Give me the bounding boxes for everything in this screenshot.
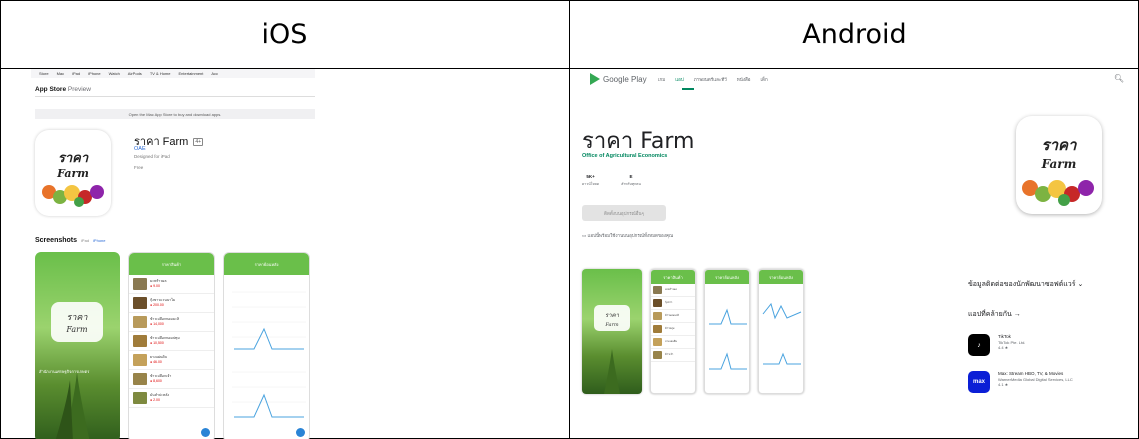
- screenshot-splash[interactable]: ราคา Farm สำนักงานเศรษฐกิจการเกษตร: [35, 252, 120, 439]
- app-store-preview-title: App Store Preview: [35, 86, 91, 93]
- shot-header: ราคาสินค้า: [129, 253, 214, 275]
- arrow-right-icon: →: [1013, 311, 1021, 318]
- filter-fab-icon[interactable]: [201, 428, 210, 437]
- install-button[interactable]: ติดตั้งบนอุปกรณ์อื่นๆ: [582, 205, 666, 221]
- similar-app-item[interactable]: ♪ TikTok TikTok Pte. Ltd. 4.4 ★: [968, 334, 1025, 356]
- app-icon: ราคา Farm: [35, 130, 111, 216]
- developer-link[interactable]: Office of Agricultural Economics: [582, 153, 667, 159]
- list-item: มันสำปะหลัง ● 2.00: [129, 389, 214, 408]
- max-icon: max: [968, 371, 990, 393]
- store-tabs: เกม แอป ภาพยนตร์และทีวี หนังสือ เด็ก: [658, 76, 768, 83]
- list-item: มะพร้าวผล ● 9.00: [129, 275, 214, 294]
- divider: [35, 96, 315, 97]
- list-item: ยางแผ่นดิบ ● 46.00: [129, 351, 214, 370]
- splash-caption: สำนักงานเศรษฐกิจการเกษตร: [39, 369, 90, 374]
- android-column-header: Android: [802, 18, 907, 50]
- tab-movies-tv[interactable]: ภาพยนตร์และทีวี: [694, 76, 727, 83]
- screenshots-heading: Screenshots iPad iPhone: [35, 237, 106, 244]
- screenshot-price-chart[interactable]: ราคาย้อนหลัง: [704, 269, 750, 394]
- ios-column-header: iOS: [261, 18, 308, 50]
- nav-item-watch[interactable]: Watch: [109, 71, 120, 76]
- tab-iphone[interactable]: iPhone: [93, 238, 105, 243]
- shot-header: ราคาย้อนหลัง: [759, 270, 803, 284]
- tab-games[interactable]: เกม: [658, 76, 665, 83]
- play-triangle-icon: [590, 73, 600, 85]
- similar-apps-heading[interactable]: แอปที่คล้ายกัน →: [968, 309, 1021, 320]
- google-play-logo[interactable]: Google Play: [590, 73, 647, 85]
- shot-header: ราคาย้อนหลัง: [705, 270, 749, 284]
- svg-text:ราคา: ราคา: [1042, 136, 1079, 154]
- tab-kids[interactable]: เด็ก: [761, 76, 768, 83]
- nav-item-ipad[interactable]: iPad: [72, 71, 80, 76]
- screenshot-price-chart[interactable]: ราคาย้อนหลัง: [223, 252, 310, 439]
- device-availability-note: ▭ แอปนี้พร้อมใช้งานบนอุปกรณ์ทั้งหมดของคุ…: [582, 233, 674, 238]
- developer-contact-toggle[interactable]: ข้อมูลติดต่อของนักพัฒนาซอฟต์แวร์ ⌄: [968, 279, 1083, 290]
- svg-text:Farm: Farm: [56, 167, 89, 180]
- downloads-stat: 5K+ ดาวน์โหลด: [582, 174, 600, 186]
- nav-item-iphone[interactable]: iPhone: [88, 71, 100, 76]
- nav-item-store[interactable]: Store: [39, 71, 49, 76]
- nav-item-accessories[interactable]: Acc: [211, 71, 218, 76]
- open-mac-app-store-banner[interactable]: Open the Mac App Store to buy and downlo…: [35, 109, 315, 119]
- content-rating-stat: E สำหรับทุกคน: [621, 174, 641, 186]
- app-stats: 5K+ ดาวน์โหลด E สำหรับทุกคน: [582, 174, 641, 187]
- shot-header: ราคาย้อนหลัง: [224, 253, 309, 275]
- search-icon[interactable]: 🔍︎: [1114, 74, 1124, 83]
- tab-books[interactable]: หนังสือ: [737, 76, 751, 83]
- svg-text:Farm: Farm: [604, 322, 619, 328]
- screenshot-chart-2[interactable]: ราคาย้อนหลัง: [758, 269, 804, 394]
- apple-nav-bar: Store Mac iPad iPhone Watch AirPods TV &…: [31, 69, 315, 78]
- chevron-down-icon: ⌄: [1077, 281, 1084, 288]
- filter-fab-icon[interactable]: [296, 428, 305, 437]
- ios-app-store-panel: Store Mac iPad iPhone Watch AirPods TV &…: [1, 69, 569, 439]
- list-item: ข้าวเปลือกหอมมะลิ ● 14,000: [129, 313, 214, 332]
- svg-text:Farm: Farm: [65, 325, 88, 334]
- svg-text:ราคา: ราคา: [605, 312, 620, 319]
- age-rating-badge: 4+: [193, 138, 204, 147]
- price-label: Free: [134, 165, 144, 170]
- nav-item-mac[interactable]: Mac: [57, 71, 65, 76]
- svg-text:ราคา: ราคา: [58, 151, 89, 166]
- nav-item-airpods[interactable]: AirPods: [128, 71, 142, 76]
- list-item: กุ้งขาวแวนนาไม ● 200.00: [129, 294, 214, 313]
- tab-ipad[interactable]: iPad: [81, 238, 89, 243]
- similar-app-item[interactable]: max Max: Stream HBO, TV, & Movies WarnerM…: [968, 371, 1073, 393]
- nav-item-entertainment[interactable]: Entertainment: [178, 71, 203, 76]
- app-icon: ราคา Farm: [1016, 116, 1102, 214]
- tab-apps[interactable]: แอป: [675, 76, 683, 83]
- developer-link[interactable]: OAE: [134, 146, 146, 152]
- svg-text:ราคา: ราคา: [67, 313, 89, 323]
- screenshot-splash[interactable]: ราคา Farm: [582, 269, 642, 394]
- google-play-panel: Google Play เกม แอป ภาพยนตร์และทีวี หนัง…: [570, 69, 1138, 439]
- active-tab-indicator: [682, 88, 694, 90]
- tiktok-icon: ♪: [968, 334, 990, 356]
- svg-text:Farm: Farm: [1041, 157, 1077, 171]
- shot-header: ราคาสินค้า: [651, 270, 695, 284]
- list-item: ข้าวเปลือกหอมปทุม ● 10,500: [129, 332, 214, 351]
- nav-item-tv-home[interactable]: TV & Home: [150, 71, 171, 76]
- designed-for-label: Designed for iPad: [134, 154, 170, 159]
- list-item: ข้าวเปลือกเจ้า ● 8,600: [129, 370, 214, 389]
- screenshot-price-list[interactable]: ราคาสินค้า มะพร้าวผล ● 9.00 กุ้งขาวแวนนาไ…: [128, 252, 215, 439]
- screenshot-price-list[interactable]: ราคาสินค้า มะพร้าวผล กุ้งขาว ข้าวหอมมะลิ…: [650, 269, 696, 394]
